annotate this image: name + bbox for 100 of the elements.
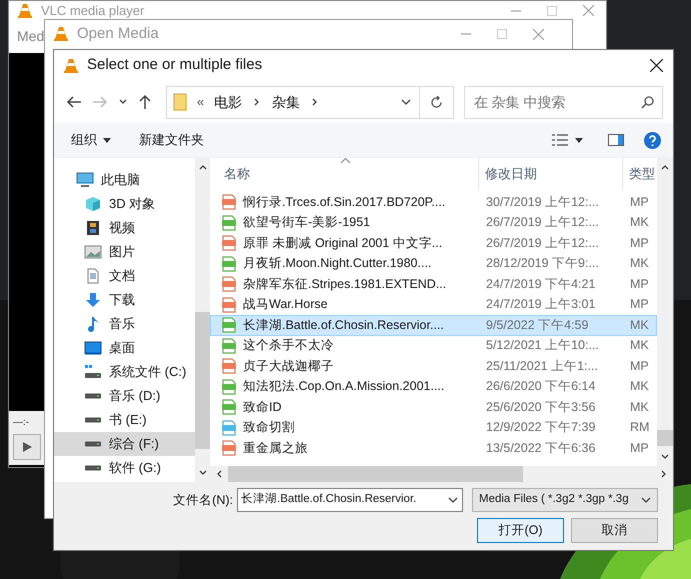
open-button[interactable]: 打开(O) (477, 518, 564, 543)
sidebar-item[interactable]: 桌面 (54, 336, 195, 360)
file-row[interactable]: 知法犯法.Cop.On.A.Mission.2001.... 26/6/2020 下午6:14 MK (210, 376, 657, 397)
file-name: 致命切割 (243, 419, 295, 436)
horizontal-scrollbar[interactable] (210, 466, 673, 482)
date-cell-text: 25/6/2020 下午3:56 (485, 398, 596, 416)
date-cell-text: 9/5/2022 下午4:59 (485, 316, 590, 334)
type-cell-text: RM (629, 419, 650, 436)
sidebar-item[interactable]: 系统文件 (C:) (54, 360, 195, 384)
file-name: 重金属之旅 (243, 440, 308, 457)
column-header[interactable]: 类型 (623, 158, 655, 190)
scroll-thumb[interactable] (657, 430, 673, 446)
caret-icon (103, 138, 111, 142)
file-name: 贞子大战迦椰子 (243, 358, 334, 375)
file-name: 悯行录.Trces.of.Sin.2017.BD720P.... (243, 194, 446, 211)
file-name: 月夜斩.Moon.Night.Cutter.1980.... (243, 255, 432, 272)
cone-icon (63, 58, 79, 74)
drive-icon (84, 441, 102, 447)
sidebar-label: 下载 (109, 291, 135, 310)
file-type-select[interactable]: Media Files ( *.3g2 *.3gp *.3g (472, 488, 658, 512)
video-file-icon (221, 276, 237, 292)
sidebar-label: 此电脑 (101, 171, 140, 190)
sidebar-item[interactable]: 下载 (54, 288, 195, 312)
sidebar-item[interactable]: 视频 (54, 216, 195, 240)
maximize-icon[interactable] (497, 29, 507, 39)
video-file-icon (221, 235, 237, 252)
file-name: 这个杀手不太冷 (243, 337, 334, 354)
breadcrumb[interactable]: 电影 (214, 92, 242, 112)
refresh-icon[interactable] (430, 96, 443, 108)
cancel-button[interactable]: 取消 (571, 518, 658, 543)
video-file-icon (221, 256, 237, 272)
type-cell-text: MK (629, 337, 650, 354)
menu-item[interactable]: Med (17, 26, 44, 47)
file-row[interactable]: 贞子大战迦椰子 25/11/2021 上午1:... MP (210, 356, 657, 376)
date-cell-text: 5/12/2021 上午10:... (485, 337, 600, 354)
preview-pane-icon[interactable] (608, 134, 624, 146)
window-title: Select one or multiple files (87, 55, 264, 76)
column-header[interactable]: 名称 (210, 158, 479, 190)
sidebar-item[interactable]: 书 (E:) (54, 408, 195, 432)
sidebar-item[interactable]: 音乐 (D:) (54, 384, 195, 408)
date-cell-text: 12/9/2022 下午7:39 (485, 419, 596, 436)
file-row[interactable]: 致命ID 25/6/2020 下午3:56 MK (210, 397, 657, 418)
sidebar-item[interactable]: 文档 (54, 264, 195, 288)
search-field[interactable]: 在 杂集 中搜索 (464, 86, 663, 118)
breadcrumb[interactable]: 杂集 (272, 92, 300, 112)
view-options-icon[interactable] (552, 134, 568, 146)
file-row[interactable]: 杂牌军东征.Stripes.1981.EXTEND... 24/7/2019 下午4:21 MP (210, 274, 657, 294)
sidebar-item[interactable]: 综合 (F:) (54, 432, 195, 456)
file-row[interactable]: 战马War.Horse 24/7/2019 上午3:01 MP (210, 294, 657, 315)
column-header[interactable]: 修改日期 (479, 158, 623, 190)
cone-icon (53, 26, 69, 42)
video-file-icon (221, 214, 237, 231)
scrollbar[interactable] (657, 158, 673, 466)
type-cell-text: MP (629, 296, 650, 314)
file-row[interactable]: 欲望号街车-美影-1951 26/7/2019 上午12:... MK (210, 212, 657, 233)
video-file-icon (221, 420, 237, 436)
filename-field[interactable]: 长津湖.Battle.of.Chosin.Reservior. (237, 488, 463, 512)
date-cell-text: 24/7/2019 上午3:01 (485, 296, 596, 314)
video-file-icon (221, 317, 237, 334)
play-button[interactable] (13, 434, 41, 460)
overflow-chevrons[interactable]: « (196, 92, 204, 112)
file-row[interactable]: 这个杀手不太冷 5/12/2021 上午10:... MK (210, 336, 657, 356)
scroll-thumb[interactable] (195, 312, 210, 448)
caret-icon[interactable] (575, 138, 583, 142)
sidebar-label: 系统文件 (C:) (109, 363, 186, 382)
new-folder-button[interactable]: 新建文件夹 (139, 130, 204, 150)
type-cell-text: MP (629, 234, 650, 252)
organize-button[interactable]: 组织 (71, 130, 111, 150)
type-cell-text: MP (629, 358, 650, 375)
sidebar-item[interactable]: 3D 对象 (54, 192, 195, 216)
sidebar-item[interactable]: 此电脑 (54, 168, 195, 192)
type-cell-text: MP (629, 276, 650, 293)
back-arrow-icon[interactable] (66, 95, 82, 109)
sidebar-label: 视频 (109, 219, 135, 238)
type-cell-text: MK (629, 378, 650, 396)
up-arrow-icon[interactable] (138, 94, 152, 110)
file-row[interactable]: 致命切割 12/9/2022 下午7:39 RM (210, 418, 657, 438)
file-row[interactable]: 原罪 未删减 Original 2001 中文字... 26/7/2019 上午12:... MP (210, 233, 657, 254)
file-row[interactable]: 重金属之旅 13/5/2022 下午6:36 MP (210, 438, 657, 458)
video-file-icon (221, 399, 237, 416)
date-cell-text: 30/7/2019 上午12:... (485, 194, 600, 211)
drive-icon (84, 465, 102, 471)
sidebar-item[interactable]: 图片 (54, 240, 195, 264)
dropdown-caret-icon (641, 495, 651, 505)
file-row[interactable]: 悯行录.Trces.of.Sin.2017.BD720P.... 30/7/2019 上午12:... MP (210, 192, 657, 212)
sidebar-label: 音乐 (D:) (109, 387, 160, 406)
help-icon[interactable] (644, 132, 661, 148)
maximize-icon[interactable] (547, 6, 557, 16)
sidebar-item[interactable]: 软件 (G:) (54, 456, 195, 480)
file-row[interactable]: 月夜斩.Moon.Night.Cutter.1980.... 28/12/2019 下午9:... MK (210, 254, 657, 274)
file-row[interactable]: 长津湖.Battle.of.Chosin.Reservior.... 9/5/2022 下午4:59 MK (210, 315, 657, 336)
date-cell-text: 26/6/2020 下午6:14 (485, 378, 596, 396)
scroll-thumb[interactable] (228, 466, 523, 482)
address-bar[interactable]: « 电影 杂集 (166, 86, 454, 118)
system-drive-icon (84, 364, 102, 380)
file-name: 原罪 未删减 Original 2001 中文字... (243, 234, 442, 252)
search-icon (641, 96, 654, 108)
scrollbar[interactable] (195, 158, 210, 482)
close-icon[interactable] (650, 59, 663, 72)
sidebar-item[interactable]: 音乐 (54, 312, 195, 336)
